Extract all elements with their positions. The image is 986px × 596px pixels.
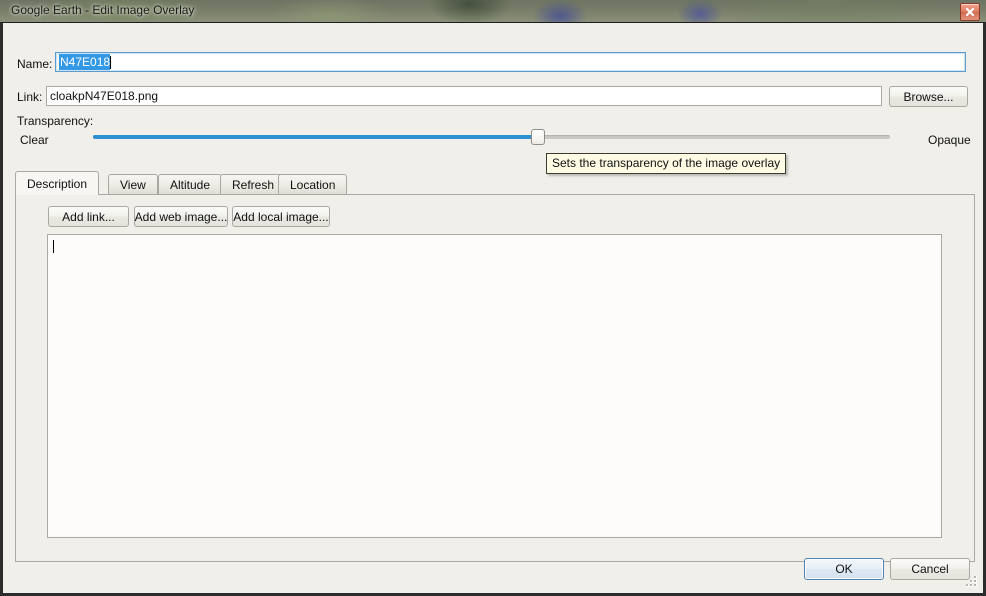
transparency-label: Transparency: — [17, 114, 94, 128]
tab-altitude[interactable]: Altitude — [158, 174, 223, 195]
description-caret — [53, 240, 54, 253]
slider-max-label: Opaque — [928, 133, 971, 147]
tab-description[interactable]: Description — [15, 171, 100, 195]
link-label: Link: — [17, 90, 43, 104]
slider-min-label: Clear — [20, 133, 49, 147]
name-input-caret — [110, 55, 112, 69]
active-tab-seam — [16, 193, 96, 195]
name-label: Name: — [17, 57, 53, 71]
add-link-button[interactable]: Add link... — [48, 206, 129, 227]
name-input[interactable]: N47E018 — [55, 52, 966, 72]
browse-button[interactable]: Browse... — [889, 86, 968, 107]
tabstrip: Description View Altitude Refresh Locati… — [15, 171, 977, 195]
add-local-image-button[interactable]: Add local image... — [232, 206, 330, 227]
tab-view[interactable]: View — [108, 174, 158, 195]
transparency-slider-thumb[interactable] — [531, 129, 545, 145]
link-input[interactable]: cloakpN47E018.png — [46, 86, 882, 106]
link-input-value: cloakpN47E018.png — [50, 89, 159, 103]
dialog-client-area: Name: N47E018 Link: cloakpN47E018.png Br… — [3, 23, 983, 593]
cancel-button[interactable]: Cancel — [890, 558, 970, 580]
close-icon[interactable] — [960, 3, 980, 21]
add-web-image-button[interactable]: Add web image... — [134, 206, 228, 227]
resize-grip[interactable] — [965, 576, 978, 589]
dialog-body: Name: N47E018 Link: cloakpN47E018.png Br… — [0, 22, 986, 596]
tab-refresh[interactable]: Refresh — [220, 174, 287, 195]
transparency-slider-fill — [93, 135, 537, 139]
name-input-value: N47E018 — [59, 54, 111, 70]
window-title: Google Earth - Edit Image Overlay — [11, 3, 195, 17]
edit-image-overlay-window: Google Earth - Edit Image Overlay Name: … — [0, 0, 986, 596]
description-textarea[interactable] — [47, 234, 942, 538]
window-titlebar[interactable]: Google Earth - Edit Image Overlay — [0, 0, 986, 22]
ok-button[interactable]: OK — [804, 558, 884, 580]
transparency-tooltip: Sets the transparency of the image overl… — [546, 153, 787, 174]
tab-location[interactable]: Location — [278, 174, 348, 195]
